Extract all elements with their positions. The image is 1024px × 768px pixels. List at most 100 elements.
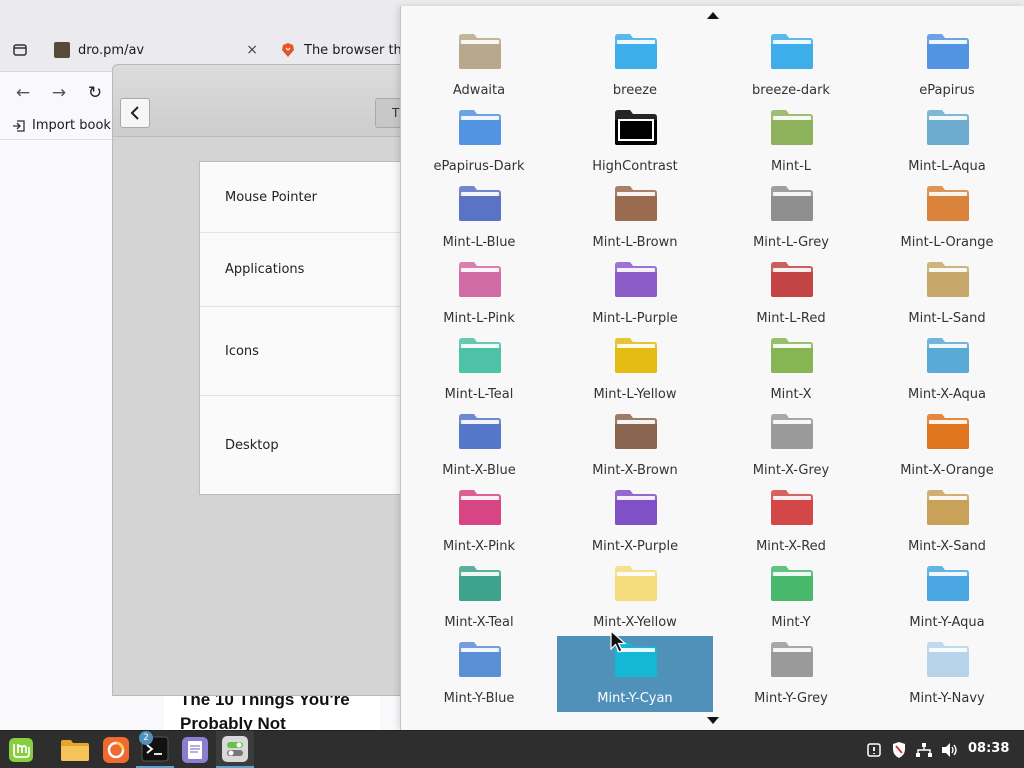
list-item-mouse-pointer[interactable]: Mouse Pointer: [200, 162, 414, 233]
icon-theme-item-mint-l-yellow[interactable]: Mint-L-Yellow: [557, 332, 713, 408]
icon-theme-item-mint-x-yellow[interactable]: Mint-X-Yellow: [557, 560, 713, 636]
folder-icon: [771, 566, 813, 601]
folder-icon: [927, 642, 969, 677]
folder-icon: [615, 34, 657, 69]
icon-theme-item-breeze[interactable]: breeze: [557, 28, 713, 104]
firefox-browser-icon[interactable]: [97, 731, 135, 768]
folder-icon: [615, 262, 657, 297]
network-icon[interactable]: [915, 741, 933, 759]
themes-settings-dialog: T Mouse Pointer Applications Icons Deskt…: [112, 64, 415, 696]
icon-theme-item-epapirus-dark[interactable]: ePapirus-Dark: [401, 104, 557, 180]
folder-icon: [771, 490, 813, 525]
volume-icon[interactable]: [941, 741, 959, 759]
text-editor-icon[interactable]: [176, 731, 214, 768]
icon-theme-item-epapirus[interactable]: ePapirus: [869, 28, 1024, 104]
icon-theme-label: breeze: [612, 83, 658, 98]
icon-theme-item-mint-l-purple[interactable]: Mint-L-Purple: [557, 256, 713, 332]
files-folder-icon[interactable]: [56, 731, 94, 768]
list-item-label: Icons: [225, 343, 259, 359]
icon-theme-label: Mint-Y-Aqua: [909, 615, 985, 630]
terminal-window-count-badge: 2: [139, 731, 153, 745]
back-arrow-icon[interactable]: ←: [12, 82, 34, 104]
icon-theme-label: Mint-L-Pink: [443, 311, 515, 326]
icon-theme-item-mint-x-orange[interactable]: Mint-X-Orange: [869, 408, 1024, 484]
icon-theme-item-mint-x-sand[interactable]: Mint-X-Sand: [869, 484, 1024, 560]
icon-theme-item-mint-y[interactable]: Mint-Y: [713, 560, 869, 636]
folder-icon: [459, 566, 501, 601]
back-button[interactable]: [120, 98, 150, 128]
icon-theme-item-mint-y-navy[interactable]: Mint-Y-Navy: [869, 636, 1024, 712]
icon-theme-item-mint-l-brown[interactable]: Mint-L-Brown: [557, 180, 713, 256]
folder-icon: [771, 186, 813, 221]
icon-theme-item-adwaita[interactable]: Adwaita: [401, 28, 557, 104]
mint-menu-icon[interactable]: [2, 731, 40, 768]
folder-icon: [615, 566, 657, 601]
brave-lion-icon: [282, 43, 294, 57]
icon-theme-label: Mint-L-Brown: [592, 235, 678, 250]
clock[interactable]: 08:38: [968, 741, 1009, 756]
icon-theme-item-mint-x-teal[interactable]: Mint-X-Teal: [401, 560, 557, 636]
icon-theme-label: Mint-X-Sand: [908, 539, 986, 554]
list-item-icons[interactable]: Icons: [200, 307, 414, 396]
icon-theme-label: Mint-L-Orange: [900, 235, 994, 250]
theme-category-list: Mouse Pointer Applications Icons Desktop: [199, 161, 414, 495]
icon-theme-item-mint-y-cyan[interactable]: Mint-Y-Cyan: [557, 636, 713, 712]
icon-theme-label: Mint-L-Grey: [753, 235, 829, 250]
update-notification-icon[interactable]: [865, 741, 883, 759]
icon-theme-item-highcontrast[interactable]: HighContrast: [557, 104, 713, 180]
icon-theme-label: Mint-L-Teal: [444, 387, 514, 402]
reload-icon[interactable]: ↻: [84, 82, 106, 104]
folder-icon: [927, 338, 969, 373]
icon-theme-item-breeze-dark[interactable]: breeze-dark: [713, 28, 869, 104]
icon-theme-item-mint-x-blue[interactable]: Mint-X-Blue: [401, 408, 557, 484]
tab-dro-pm[interactable]: dro.pm/av ×: [44, 34, 268, 66]
folder-icon: [615, 490, 657, 525]
icon-theme-label: Mint-Y-Cyan: [597, 691, 673, 706]
desktop-screen: dro.pm/av × The browser tha ← → ↻ Import…: [0, 0, 1024, 768]
icon-theme-label: Mint-X-Orange: [900, 463, 994, 478]
folder-icon: [771, 110, 813, 145]
folder-icon: [459, 186, 501, 221]
icon-theme-label: Mint-X-Pink: [442, 539, 516, 554]
icon-theme-item-mint-x-red[interactable]: Mint-X-Red: [713, 484, 869, 560]
icon-theme-item-mint-l-red[interactable]: Mint-L-Red: [713, 256, 869, 332]
tab-close-icon[interactable]: ×: [246, 42, 258, 58]
folder-icon: [615, 186, 657, 221]
icon-theme-item-mint-l-orange[interactable]: Mint-L-Orange: [869, 180, 1024, 256]
import-bookmarks-button[interactable]: Import bookr: [12, 118, 116, 133]
tab-list-icon[interactable]: [8, 38, 32, 62]
icon-theme-item-mint-l-teal[interactable]: Mint-L-Teal: [401, 332, 557, 408]
icon-theme-label: Mint-X-Purple: [591, 539, 679, 554]
mouse-cursor-icon: [610, 630, 627, 653]
icon-theme-label: Mint-L-Yellow: [593, 387, 677, 402]
list-item-applications[interactable]: Applications: [200, 233, 414, 307]
icon-theme-item-mint-l[interactable]: Mint-L: [713, 104, 869, 180]
shield-icon[interactable]: [890, 741, 908, 759]
icon-theme-item-mint-l-blue[interactable]: Mint-L-Blue: [401, 180, 557, 256]
scroll-down-icon[interactable]: [701, 714, 725, 728]
icon-theme-item-mint-x-grey[interactable]: Mint-X-Grey: [713, 408, 869, 484]
folder-icon: [459, 490, 501, 525]
icon-theme-item-mint-x-purple[interactable]: Mint-X-Purple: [557, 484, 713, 560]
folder-icon: [615, 110, 657, 145]
icon-theme-item-mint-y-aqua[interactable]: Mint-Y-Aqua: [869, 560, 1024, 636]
icon-theme-item-mint-x-pink[interactable]: Mint-X-Pink: [401, 484, 557, 560]
icon-theme-item-mint-y-grey[interactable]: Mint-Y-Grey: [713, 636, 869, 712]
icon-theme-item-mint-l-grey[interactable]: Mint-L-Grey: [713, 180, 869, 256]
system-settings-icon[interactable]: [216, 731, 254, 768]
icon-theme-item-mint-x[interactable]: Mint-X: [713, 332, 869, 408]
icon-theme-label: Mint-L-Blue: [442, 235, 516, 250]
icon-theme-item-mint-l-pink[interactable]: Mint-L-Pink: [401, 256, 557, 332]
folder-icon: [459, 414, 501, 449]
chevron-left-icon: [130, 106, 139, 120]
folder-icon: [771, 338, 813, 373]
forward-arrow-icon[interactable]: →: [48, 82, 70, 104]
icon-theme-item-mint-x-brown[interactable]: Mint-X-Brown: [557, 408, 713, 484]
icon-theme-item-mint-x-aqua[interactable]: Mint-X-Aqua: [869, 332, 1024, 408]
icon-theme-item-mint-y-blue[interactable]: Mint-Y-Blue: [401, 636, 557, 712]
folder-icon: [771, 34, 813, 69]
list-item-desktop[interactable]: Desktop: [200, 396, 414, 495]
icon-theme-item-mint-l-sand[interactable]: Mint-L-Sand: [869, 256, 1024, 332]
folder-icon: [771, 414, 813, 449]
icon-theme-item-mint-l-aqua[interactable]: Mint-L-Aqua: [869, 104, 1024, 180]
